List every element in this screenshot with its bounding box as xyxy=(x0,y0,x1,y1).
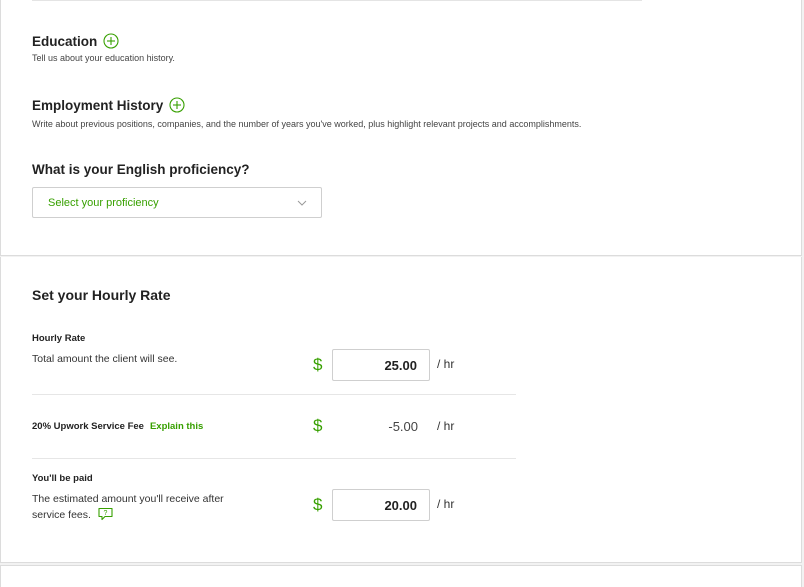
add-education-plus-icon[interactable] xyxy=(103,33,119,49)
paid-description-line1: The estimated amount you'll receive afte… xyxy=(32,493,224,505)
top-divider xyxy=(32,0,642,1)
paid-description-line2: service fees. xyxy=(32,509,91,521)
svg-text:?: ? xyxy=(104,510,108,517)
hourly-rate-currency: $ xyxy=(313,355,323,374)
explain-this-link[interactable]: Explain this xyxy=(150,421,203,432)
employment-heading: Employment History xyxy=(32,97,185,113)
rate-divider-1 xyxy=(32,394,516,395)
english-proficiency-select[interactable]: Select your proficiency xyxy=(32,187,322,218)
employment-title: Employment History xyxy=(32,97,164,113)
education-subtitle: Tell us about your education history. xyxy=(32,53,175,63)
hourly-rate-input[interactable] xyxy=(332,349,430,381)
service-fee-currency: $ xyxy=(313,416,323,435)
profile-details-panel: Education Tell us about your education h… xyxy=(0,0,802,256)
service-fee-label-group: 20% Upwork Service Fee Explain this xyxy=(32,421,203,432)
next-section-panel xyxy=(0,565,802,587)
service-fee-unit: / hr xyxy=(437,419,455,433)
hourly-rate-section-title: Set your Hourly Rate xyxy=(32,287,171,303)
paid-currency: $ xyxy=(313,495,323,514)
speech-bubble-question-icon[interactable]: ? xyxy=(97,507,114,521)
paid-amount-input[interactable] xyxy=(332,489,430,521)
hourly-rate-label: Hourly Rate xyxy=(32,333,86,344)
paid-label: You'll be paid xyxy=(32,473,93,484)
education-title: Education xyxy=(32,33,98,49)
chevron-down-icon xyxy=(297,200,307,206)
rate-divider-2 xyxy=(32,458,516,459)
paid-unit: / hr xyxy=(437,497,455,511)
hourly-rate-panel: Set your Hourly Rate Hourly Rate Total a… xyxy=(0,257,802,563)
proficiency-select-placeholder: Select your proficiency xyxy=(48,196,159,209)
hourly-rate-unit: / hr xyxy=(437,357,455,371)
education-heading: Education xyxy=(32,33,119,49)
employment-subtitle: Write about previous positions, companie… xyxy=(32,119,582,129)
hourly-rate-description: Total amount the client will see. xyxy=(32,353,178,365)
add-employment-plus-icon[interactable] xyxy=(169,97,185,113)
paid-description: The estimated amount you'll receive afte… xyxy=(32,491,224,523)
service-fee-amount: -5.00 xyxy=(388,419,418,434)
service-fee-label: 20% Upwork Service Fee xyxy=(32,421,144,432)
english-proficiency-question: What is your English proficiency? xyxy=(32,162,250,177)
